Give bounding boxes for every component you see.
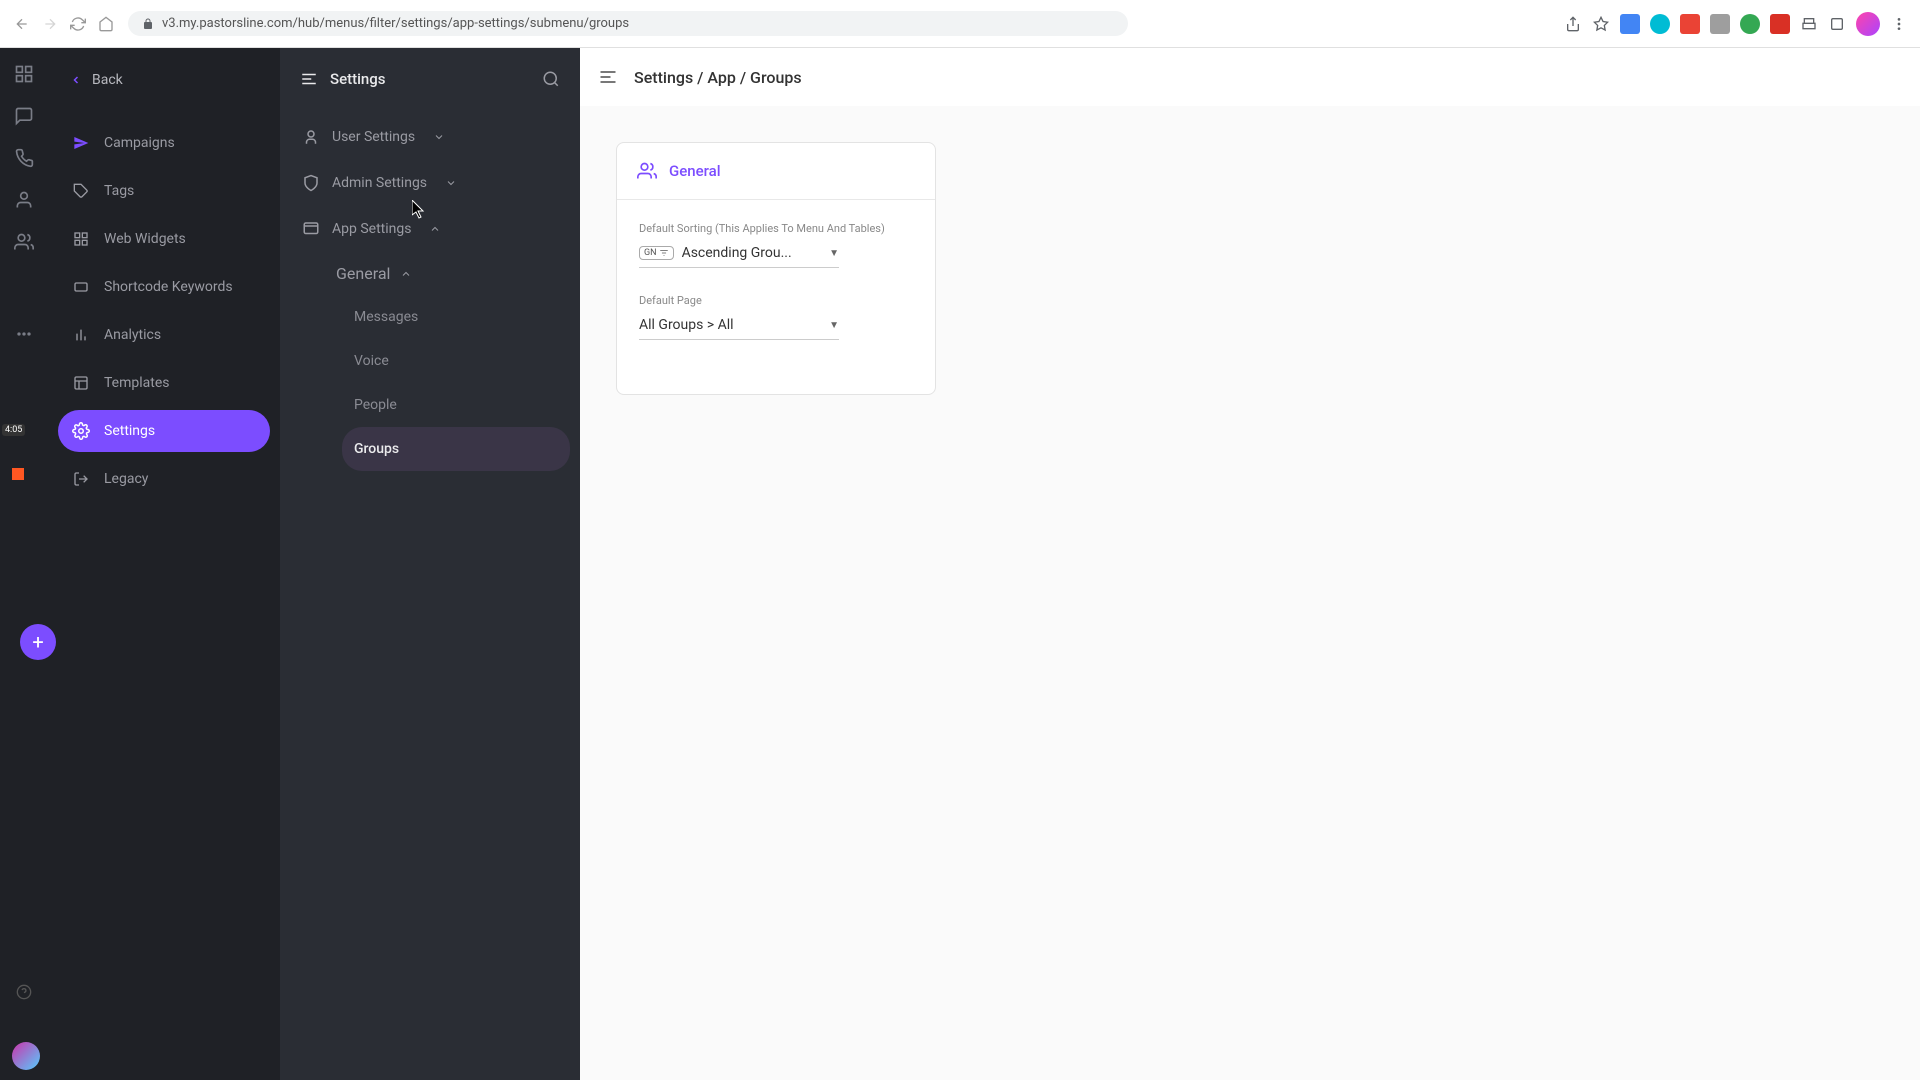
nav-label: Templates: [104, 375, 170, 391]
nav-item-widgets[interactable]: Web Widgets: [58, 218, 270, 260]
browser-toolbar: v3.my.pastorsline.com/hub/menus/filter/s…: [0, 0, 1920, 48]
nav-item-campaigns[interactable]: Campaigns: [58, 122, 270, 164]
extension-icon[interactable]: [1710, 14, 1730, 34]
chevron-up-icon: [400, 268, 412, 280]
grid-icon: [72, 230, 90, 248]
secondary-sidebar: Settings User Settings Admin Settings Ap…: [280, 48, 580, 1080]
person-icon[interactable]: [12, 188, 36, 212]
url-text: v3.my.pastorsline.com/hub/menus/filter/s…: [162, 16, 629, 31]
browser-back-button[interactable]: [12, 14, 32, 34]
extension-icon[interactable]: [1740, 14, 1760, 34]
subitem-groups[interactable]: Groups: [342, 427, 570, 471]
help-icon[interactable]: [16, 984, 32, 1000]
browser-forward-button[interactable]: [40, 14, 60, 34]
hub-icon[interactable]: [12, 62, 36, 86]
key-icon: [72, 278, 90, 296]
caret-down-icon: ▼: [829, 248, 839, 259]
activity-icon[interactable]: [12, 322, 36, 346]
nav-label: Shortcode Keywords: [104, 279, 233, 295]
legacy-icon: [72, 470, 90, 488]
subitem-people[interactable]: People: [342, 383, 570, 427]
nav-label: Tags: [104, 183, 134, 199]
tag-icon: [72, 182, 90, 200]
share-icon[interactable]: [1564, 15, 1582, 33]
user-avatar[interactable]: [12, 1042, 40, 1070]
rail-timer: 4:05: [2, 424, 25, 436]
lock-icon: [142, 18, 154, 30]
back-label: Back: [92, 72, 123, 88]
section-label: App Settings: [332, 221, 411, 237]
chevron-left-icon: [70, 74, 82, 86]
nav-label: Campaigns: [104, 135, 175, 151]
chevron-down-icon: [433, 131, 445, 143]
shield-icon: [302, 174, 320, 192]
people-icon[interactable]: [12, 230, 36, 254]
subitem-messages[interactable]: Messages: [342, 295, 570, 339]
menu-icon[interactable]: [1890, 15, 1908, 33]
sorting-label: Default Sorting (This Applies To Menu An…: [639, 222, 913, 235]
page-select[interactable]: All Groups > All ▼: [639, 313, 839, 340]
browser-home-button[interactable]: [96, 14, 116, 34]
icon-rail: 4:05 +: [0, 48, 48, 1080]
extension-icon[interactable]: [1770, 14, 1790, 34]
extension-icon[interactable]: [1620, 14, 1640, 34]
puzzle-icon[interactable]: [1800, 15, 1818, 33]
search-icon[interactable]: [542, 70, 560, 88]
nav-label: Web Widgets: [104, 231, 186, 247]
profile-avatar[interactable]: [1856, 12, 1880, 36]
page-value: All Groups > All: [639, 317, 815, 333]
nav-item-settings[interactable]: Settings: [58, 410, 270, 452]
browser-url-bar[interactable]: v3.my.pastorsline.com/hub/menus/filter/s…: [128, 11, 1128, 36]
general-card: General Default Sorting (This Applies To…: [616, 142, 936, 395]
chevron-down-icon: [445, 177, 457, 189]
nav-label: Legacy: [104, 471, 148, 487]
main-content: Settings / App / Groups General Default …: [580, 48, 1920, 1080]
extension-icon[interactable]: [1650, 14, 1670, 34]
sorting-select[interactable]: GN Ascending Grou... ▼: [639, 241, 839, 268]
nav-item-templates[interactable]: Templates: [58, 362, 270, 404]
collapse-sidebar-icon[interactable]: [598, 67, 618, 87]
nav-item-shortcode[interactable]: Shortcode Keywords: [58, 266, 270, 308]
nav-label: Settings: [104, 423, 155, 439]
sidebar2-title: Settings: [330, 70, 386, 88]
reading-list-icon[interactable]: [1828, 15, 1846, 33]
star-icon[interactable]: [1592, 15, 1610, 33]
page-label: Default Page: [639, 294, 913, 307]
nav-item-analytics[interactable]: Analytics: [58, 314, 270, 356]
chevron-up-icon: [429, 223, 441, 235]
sorting-value: Ascending Grou...: [682, 245, 816, 261]
send-icon: [72, 134, 90, 152]
card-title: General: [669, 162, 721, 180]
chart-icon: [72, 326, 90, 344]
collapse-icon[interactable]: [300, 70, 318, 88]
breadcrumb: Settings / App / Groups: [634, 68, 802, 87]
user-icon: [302, 128, 320, 146]
phone-icon[interactable]: [12, 146, 36, 170]
extension-icon[interactable]: [1680, 14, 1700, 34]
people-icon: [637, 161, 657, 181]
back-button[interactable]: Back: [58, 62, 270, 98]
nav-item-tags[interactable]: Tags: [58, 170, 270, 212]
chat-icon[interactable]: [12, 104, 36, 128]
record-indicator: [12, 468, 24, 480]
section-label: User Settings: [332, 129, 415, 145]
add-button[interactable]: +: [20, 624, 56, 660]
sort-badge: GN: [639, 246, 674, 260]
primary-sidebar: Back Campaigns Tags Web Widgets Shortcod…: [48, 48, 280, 1080]
browser-reload-button[interactable]: [68, 14, 88, 34]
section-label: Admin Settings: [332, 175, 427, 191]
main-header: Settings / App / Groups: [580, 48, 1920, 106]
gear-icon: [72, 422, 90, 440]
layout-icon: [72, 374, 90, 392]
section-user-settings[interactable]: User Settings: [290, 114, 570, 160]
subitem-voice[interactable]: Voice: [342, 339, 570, 383]
caret-down-icon: ▼: [829, 320, 839, 331]
subsection-label: General: [336, 264, 390, 283]
section-app-settings[interactable]: App Settings: [290, 206, 570, 252]
nav-item-legacy[interactable]: Legacy: [58, 458, 270, 500]
section-admin-settings[interactable]: Admin Settings: [290, 160, 570, 206]
app-icon: [302, 220, 320, 238]
nav-label: Analytics: [104, 327, 161, 343]
subsection-general[interactable]: General: [324, 252, 570, 295]
